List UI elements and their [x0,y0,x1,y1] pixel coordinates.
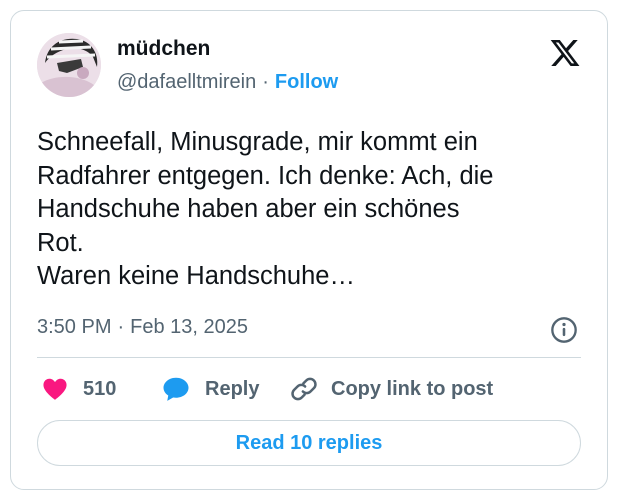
post-text-line: Waren keine Handschuhe… [37,262,355,290]
speech-bubble-icon [163,377,189,401]
copy-link-label: Copy link to post [331,377,494,400]
post-text-line: Radfahrer entgegen. Ich denke: Ach, die [37,161,494,190]
post-time: 3:50 PM [37,316,112,338]
divider [37,357,581,358]
avatar[interactable] [37,33,101,97]
handle-row: @dafaelltmirein · Follow [117,71,338,94]
post-text-line: Schneefall, Minusgrade, mir kommt ein [37,128,478,156]
handle[interactable]: @dafaelltmirein [117,71,256,93]
link-icon [291,377,317,401]
handle-separator: · [262,71,269,93]
info-icon[interactable] [550,316,578,344]
x-logo-icon[interactable] [549,37,581,69]
timestamp-separator: · [117,316,125,338]
like-count: 510 [83,377,117,400]
avatar-image [37,33,101,97]
like-button[interactable]: 510 [41,373,116,405]
post-text-line: Handschuhe haben aber ein schönes [37,195,460,223]
post-text: Schneefall, Minusgrade, mir kommt ein Ra… [37,126,587,294]
post-timestamp[interactable]: 3:50 PM · Feb 13, 2025 [37,316,248,339]
post-text-line: Rot. [37,228,84,257]
heart-icon [43,378,67,400]
display-name[interactable]: müdchen [117,37,210,61]
reply-button[interactable]: Reply [161,373,259,405]
embedded-post-card: müdchen @dafaelltmirein · Follow Schneefal… [10,10,608,490]
read-replies-button[interactable]: Read 10 replies [37,420,581,466]
post-date: Feb 13, 2025 [130,316,249,338]
copy-link-button[interactable]: Copy link to post [289,373,493,405]
follow-button[interactable]: Follow [275,71,338,93]
reply-label: Reply [205,377,260,400]
